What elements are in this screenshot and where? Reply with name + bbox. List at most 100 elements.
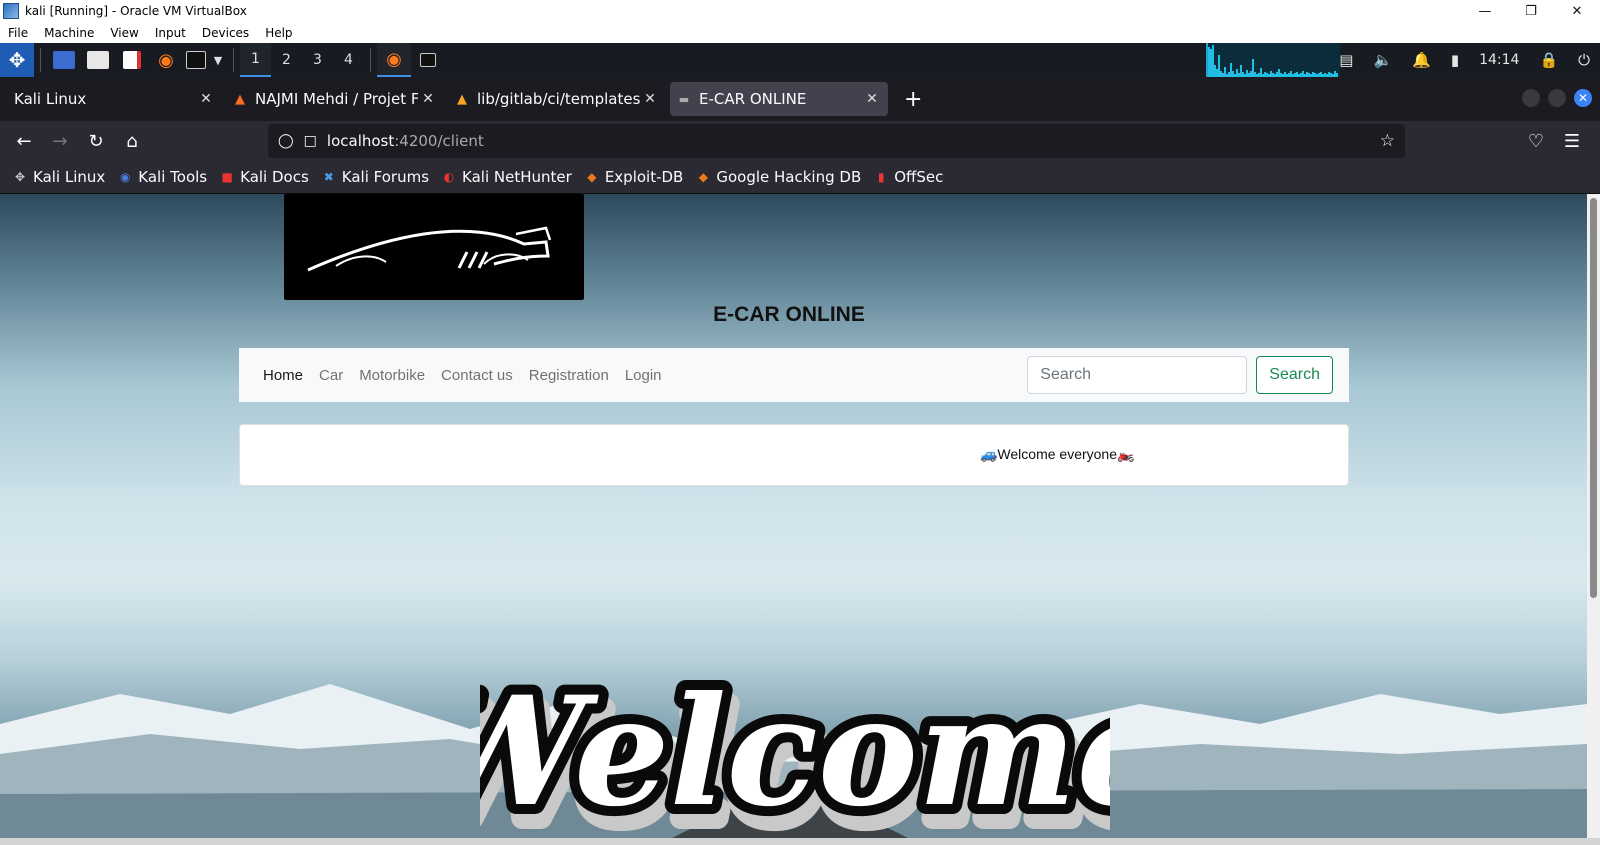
close-tab-icon[interactable]: ✕ <box>862 91 882 107</box>
nav-car[interactable]: Car <box>319 367 343 384</box>
page-scrollbar[interactable] <box>1587 194 1600 838</box>
bookmark-offsec[interactable]: ▮ OffSec <box>873 168 943 186</box>
new-tab-icon[interactable]: + <box>904 87 922 112</box>
bookmark-kali-tools[interactable]: ◉ Kali Tools <box>117 168 207 186</box>
browser-maximize-button[interactable] <box>1548 89 1566 107</box>
menu-help[interactable]: Help <box>257 26 300 40</box>
restore-button[interactable]: ❐ <box>1508 0 1554 22</box>
menu-devices[interactable]: Devices <box>194 26 257 40</box>
search-input[interactable] <box>1027 356 1248 394</box>
forward-icon[interactable]: → <box>42 123 78 159</box>
nethunter-icon: ◐ <box>443 170 455 184</box>
url-host: localhost <box>326 132 395 150</box>
taskbar-terminal-icon[interactable] <box>411 43 445 77</box>
page-icon[interactable]: □ <box>304 133 317 149</box>
virtualbox-icon <box>3 3 19 19</box>
site-navbar: Home Car Motorbike Contact us Registrati… <box>239 348 1349 402</box>
kali-dragon-icon: ✥ <box>14 170 26 184</box>
bookmark-kali-forums[interactable]: ✖ Kali Forums <box>321 168 429 186</box>
power-icon[interactable]: ⏻ <box>1568 51 1600 69</box>
bookmark-kali-docs[interactable]: ■ Kali Docs <box>219 168 308 186</box>
volume-icon[interactable]: 🔈 <box>1363 51 1402 69</box>
site-logo[interactable] <box>284 194 584 300</box>
url-path: :4200/client <box>394 132 484 150</box>
close-tab-icon[interactable]: ✕ <box>196 91 216 107</box>
tab-gitlab-project[interactable]: ▲ NAJMI Mehdi / Projet Full ✕ <box>226 82 444 116</box>
cpu-graph <box>1206 43 1340 77</box>
close-tab-icon[interactable]: ✕ <box>640 91 660 107</box>
chevron-down-icon[interactable]: ▼ <box>209 43 227 77</box>
vbox-status-strip <box>0 838 1600 845</box>
close-tab-icon[interactable]: ✕ <box>418 91 438 107</box>
shield-icon[interactable]: ◯ <box>278 133 294 149</box>
nav-toolbar: ← → ↻ ⌂ ◯ □ localhost:4200/client ☆ ♡ ☰ <box>0 121 1600 161</box>
kali-tools-icon: ◉ <box>120 170 131 184</box>
menu-icon[interactable]: ☰ <box>1554 123 1590 159</box>
tab-e-car-online[interactable]: ▬ E-CAR ONLINE ✕ <box>670 82 888 116</box>
browser-minimize-button[interactable] <box>1522 89 1540 107</box>
menu-view[interactable]: View <box>102 26 146 40</box>
nav-motorbike[interactable]: Motorbike <box>359 367 425 384</box>
workspace-1[interactable]: 1 <box>240 43 271 77</box>
nav-home[interactable]: Home <box>263 367 303 384</box>
reload-icon[interactable]: ↻ <box>78 123 114 159</box>
tab-kali-linux[interactable]: Kali Linux ✕ <box>4 82 222 116</box>
close-button[interactable]: ✕ <box>1554 0 1600 22</box>
bookmark-label: Kali NetHunter <box>462 168 572 186</box>
search-button[interactable]: Search <box>1256 356 1333 394</box>
nav-contact-us[interactable]: Contact us <box>441 367 513 384</box>
offsec-icon: ▮ <box>877 170 885 184</box>
minimize-button[interactable]: — <box>1462 0 1508 22</box>
tab-title: E-CAR ONLINE <box>699 90 807 108</box>
kali-forums-icon: ✖ <box>323 170 334 184</box>
scrollbar-thumb[interactable] <box>1590 198 1597 598</box>
welcome-marquee-card: 🚙Welcome everyone🏍️ <box>239 424 1349 486</box>
gitlab-icon: ▲ <box>235 91 245 107</box>
marquee-text: 🚙Welcome everyone🏍️ <box>980 446 1135 462</box>
nav-login[interactable]: Login <box>625 367 662 384</box>
bookmark-kali-nethunter[interactable]: ◐ Kali NetHunter <box>441 168 572 186</box>
notification-icon[interactable]: 🔔 <box>1402 51 1441 69</box>
ghdb-icon: ◆ <box>698 170 708 184</box>
site-search-form: Search <box>1027 356 1333 394</box>
panel-tray: ▤ 🔈 🔔 ▮ 14:14 🔒 ⏻ <box>1329 43 1600 77</box>
back-icon[interactable]: ← <box>6 123 42 159</box>
gitlab-icon: ▲ <box>457 91 467 107</box>
home-icon[interactable]: ⌂ <box>114 123 150 159</box>
window-controls: — ❐ ✕ <box>1462 0 1600 22</box>
battery-icon[interactable]: ▮ <box>1441 51 1469 69</box>
workspace-2[interactable]: 2 <box>271 43 302 77</box>
menu-machine[interactable]: Machine <box>36 26 102 40</box>
terminal-icon[interactable] <box>183 43 209 77</box>
toolbar-right: ♡ ☰ <box>1518 123 1590 159</box>
menu-file[interactable]: File <box>0 26 36 40</box>
menu-input[interactable]: Input <box>147 26 194 40</box>
bookmark-exploit-db[interactable]: ◆ Exploit-DB <box>584 168 683 186</box>
browser-close-button[interactable]: ✕ <box>1574 89 1592 107</box>
panel-separator <box>233 48 234 72</box>
workspace-4[interactable]: 4 <box>333 43 364 77</box>
kali-docs-icon: ■ <box>221 170 233 184</box>
taskbar-firefox-icon[interactable]: ◉ <box>377 43 411 77</box>
vbox-menubar: File Machine View Input Devices Help <box>0 22 1600 43</box>
bookmark-star-icon[interactable]: ☆ <box>1380 131 1395 151</box>
kali-panel: ✥ ◉ ▼ 1 2 3 4 ◉ ▤ 🔈 🔔 ▮ 14:14 🔒 ⏻ <box>0 43 1600 77</box>
kali-menu-icon[interactable]: ✥ <box>0 43 34 77</box>
bookmark-kali-linux[interactable]: ✥ Kali Linux <box>12 168 105 186</box>
bookmark-google-hacking-db[interactable]: ◆ Google Hacking DB <box>695 168 862 186</box>
tab-gitlab-templates[interactable]: ▲ lib/gitlab/ci/templates/Do ✕ <box>448 82 666 116</box>
pocket-icon[interactable]: ♡ <box>1518 123 1554 159</box>
nav-registration[interactable]: Registration <box>529 367 609 384</box>
welcome-hero-image: Welcome Welcome <box>480 654 1110 838</box>
lock-icon[interactable]: 🔒 <box>1529 51 1568 69</box>
panel-separator <box>40 48 41 72</box>
clock[interactable]: 14:14 <box>1469 52 1529 68</box>
show-desktop-icon[interactable] <box>47 43 81 77</box>
url-bar[interactable]: ◯ □ localhost:4200/client ☆ <box>268 124 1405 158</box>
network-icon[interactable]: ▤ <box>1329 51 1363 69</box>
file-manager-icon[interactable] <box>81 43 115 77</box>
sports-car-logo <box>307 226 552 272</box>
text-editor-icon[interactable] <box>115 43 149 77</box>
firefox-icon[interactable]: ◉ <box>149 43 183 77</box>
workspace-3[interactable]: 3 <box>302 43 333 77</box>
